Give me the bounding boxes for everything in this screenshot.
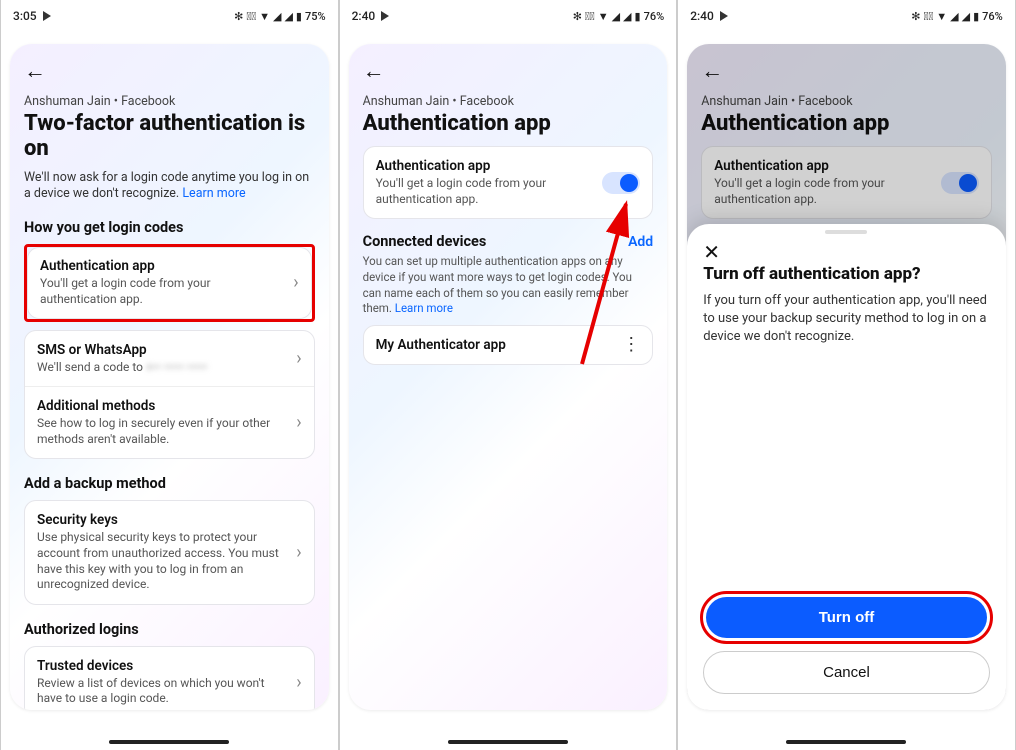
nav-pill[interactable]	[786, 740, 906, 744]
signal-icon-2: ◢	[962, 10, 970, 23]
row-additional-methods[interactable]: Additional methods See how to log in sec…	[25, 386, 314, 458]
page-description: We'll now ask for a login code anytime y…	[24, 170, 315, 204]
cancel-button[interactable]: Cancel	[703, 651, 990, 694]
signal-icon-2: ◢	[284, 10, 292, 23]
close-icon[interactable]: ✕	[703, 240, 720, 264]
row-title: SMS or WhatsApp	[37, 342, 207, 358]
nav-pill[interactable]	[109, 740, 229, 744]
signal-icon: ◢	[612, 10, 620, 23]
status-time: 2:40	[690, 9, 714, 23]
page-title: Authentication app	[363, 111, 654, 136]
sheet-grabber[interactable]	[825, 230, 867, 234]
sheet-title: Turn off authentication app?	[703, 264, 990, 284]
sheet-body: If you turn off your authentication app,…	[703, 292, 990, 347]
row-subtitle: See how to log in securely even if your …	[37, 416, 288, 447]
status-icons: ✻ □⃞ ▼ ◢ ◢ ▮ 76%	[573, 10, 664, 23]
status-time: 2:40	[352, 9, 376, 23]
chevron-right-icon: ›	[296, 412, 301, 433]
row-auth-app-toggle: Authentication app You'll get a login co…	[364, 147, 653, 218]
row-security-keys[interactable]: Security keys Use physical security keys…	[25, 501, 314, 603]
chevron-right-icon: ›	[293, 272, 298, 293]
bluetooth-icon: ✻	[234, 10, 243, 23]
content-area: ← Anshuman Jain • Facebook Two-factor au…	[10, 44, 329, 710]
section-connected: Connected devices	[363, 233, 487, 250]
status-bar: 2:40 ✻ □⃞ ▼ ◢ ◢ ▮ 76%	[678, 0, 1015, 32]
row-authentication-app[interactable]: Authentication app You'll get a login co…	[28, 248, 311, 317]
row-title: Additional methods	[37, 398, 288, 414]
vibrate-icon: □⃞	[585, 10, 595, 23]
chevron-right-icon: ›	[296, 348, 301, 369]
battery-text: 76%	[982, 10, 1003, 23]
back-button[interactable]: ←	[24, 58, 46, 84]
add-device-link[interactable]: Add	[628, 234, 653, 250]
highlight-annotation: Authentication app You'll get a login co…	[24, 244, 315, 321]
device-name: My Authenticator app	[376, 337, 506, 353]
play-store-icon	[720, 11, 728, 21]
section-login-codes: How you get login codes	[24, 219, 315, 236]
phone-screen-3: 2:40 ✻ □⃞ ▼ ◢ ◢ ▮ 76% ← Anshuman Jain • …	[677, 0, 1016, 750]
row-subtitle: Use physical security keys to protect yo…	[37, 530, 288, 592]
auth-app-toggle[interactable]	[602, 172, 640, 194]
row-sms-whatsapp[interactable]: SMS or WhatsApp We'll send a code to +••…	[25, 331, 314, 387]
row-title: Authentication app	[40, 258, 285, 274]
signal-icon: ◢	[273, 10, 281, 23]
battery-icon: ▮	[296, 10, 302, 23]
battery-text: 75%	[305, 10, 326, 23]
signal-icon: ◢	[950, 10, 958, 23]
row-subtitle: You'll get a login code from your authen…	[376, 176, 595, 207]
section-authorized: Authorized logins	[24, 621, 315, 638]
learn-more-link[interactable]: Learn more	[395, 301, 453, 315]
section-backup: Add a backup method	[24, 475, 315, 492]
status-bar: 3:05 ✻ □⃞ ▼ ◢ ◢ ▮ 75%	[1, 0, 338, 32]
highlight-annotation: Turn off	[703, 594, 990, 641]
play-store-icon	[381, 11, 389, 21]
bottom-sheet: ✕ Turn off authentication app? If you tu…	[687, 224, 1006, 710]
row-subtitle: Review a list of devices on which you wo…	[37, 676, 288, 707]
breadcrumb: Anshuman Jain • Facebook	[363, 94, 654, 109]
row-trusted-devices[interactable]: Trusted devices Review a list of devices…	[25, 647, 314, 710]
redacted-phone: +•• ••••• •••••	[146, 360, 207, 374]
wifi-icon: ▼	[259, 10, 270, 23]
battery-icon: ▮	[973, 10, 979, 23]
status-bar: 2:40 ✻ □⃞ ▼ ◢ ◢ ▮ 76%	[340, 0, 677, 32]
row-title: Authentication app	[376, 158, 595, 174]
vibrate-icon: □⃞	[924, 10, 934, 23]
battery-icon: ▮	[635, 10, 641, 23]
more-options-icon[interactable]: ⋮	[622, 342, 640, 347]
bluetooth-icon: ✻	[573, 10, 582, 23]
play-store-icon	[43, 11, 51, 21]
wifi-icon: ▼	[936, 10, 947, 23]
vibrate-icon: □⃞	[246, 10, 256, 23]
row-title: Trusted devices	[37, 658, 288, 674]
signal-icon-2: ◢	[623, 10, 631, 23]
turn-off-button[interactable]: Turn off	[706, 597, 987, 638]
row-title: Security keys	[37, 512, 288, 528]
status-icons: ✻ □⃞ ▼ ◢ ◢ ▮ 76%	[911, 10, 1002, 23]
phone-screen-2: 2:40 ✻ □⃞ ▼ ◢ ◢ ▮ 76% ← Anshuman Jain • …	[339, 0, 678, 750]
connected-description: You can set up multiple authentication a…	[363, 254, 654, 316]
content-area: ← Anshuman Jain • Facebook Authenticatio…	[349, 44, 668, 710]
back-button[interactable]: ←	[363, 58, 385, 84]
status-icons: ✻ □⃞ ▼ ◢ ◢ ▮ 75%	[234, 10, 325, 23]
learn-more-link[interactable]: Learn more	[182, 186, 245, 201]
bluetooth-icon: ✻	[911, 10, 920, 23]
row-subtitle: You'll get a login code from your authen…	[40, 276, 285, 307]
page-title: Two-factor authentication is on	[24, 111, 315, 162]
status-time: 3:05	[13, 9, 37, 23]
row-device[interactable]: My Authenticator app ⋮	[364, 326, 653, 364]
battery-text: 76%	[644, 10, 665, 23]
chevron-right-icon: ›	[296, 672, 301, 693]
row-subtitle: We'll send a code to +•• ••••• •••••	[37, 360, 207, 376]
wifi-icon: ▼	[598, 10, 609, 23]
breadcrumb: Anshuman Jain • Facebook	[24, 94, 315, 109]
chevron-right-icon: ›	[296, 542, 301, 563]
content-area: ← Anshuman Jain • Facebook Authenticatio…	[687, 44, 1006, 710]
nav-pill[interactable]	[448, 740, 568, 744]
phone-screen-1: 3:05 ✻ □⃞ ▼ ◢ ◢ ▮ 75% ← Anshuman Jain • …	[0, 0, 339, 750]
